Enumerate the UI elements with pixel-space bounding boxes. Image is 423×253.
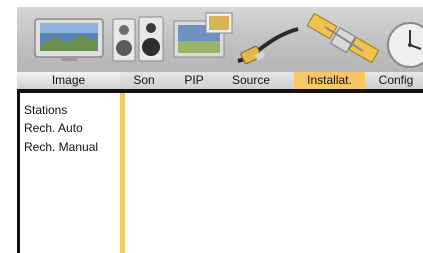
menu-item-rech-manual[interactable]: Rech. Manual <box>24 140 98 154</box>
menu-item-stations[interactable]: Stations <box>24 103 67 117</box>
tab-son[interactable]: Son <box>125 72 163 89</box>
clock-icon[interactable] <box>380 15 423 71</box>
satellite-icon[interactable] <box>307 11 381 69</box>
submenu-panel: Stations Rech. Auto Rech. Manual <box>20 93 120 253</box>
tab-image[interactable]: Image <box>17 72 120 89</box>
menu-item-rech-auto[interactable]: Rech. Auto <box>24 121 83 135</box>
tab-bar: Image Son PIP Source Installat. Config <box>17 72 423 89</box>
tab-pip[interactable]: PIP <box>177 72 211 89</box>
pip-icon[interactable] <box>172 11 234 63</box>
detail-panel <box>125 93 423 253</box>
tab-installation[interactable]: Installat. <box>294 72 365 89</box>
speakers-icon[interactable] <box>109 13 167 65</box>
menu-icon-band <box>17 7 423 72</box>
tab-config[interactable]: Config <box>369 72 423 89</box>
cable-icon[interactable] <box>232 17 304 69</box>
tab-source[interactable]: Source <box>217 72 285 89</box>
tv-icon[interactable] <box>33 15 105 63</box>
